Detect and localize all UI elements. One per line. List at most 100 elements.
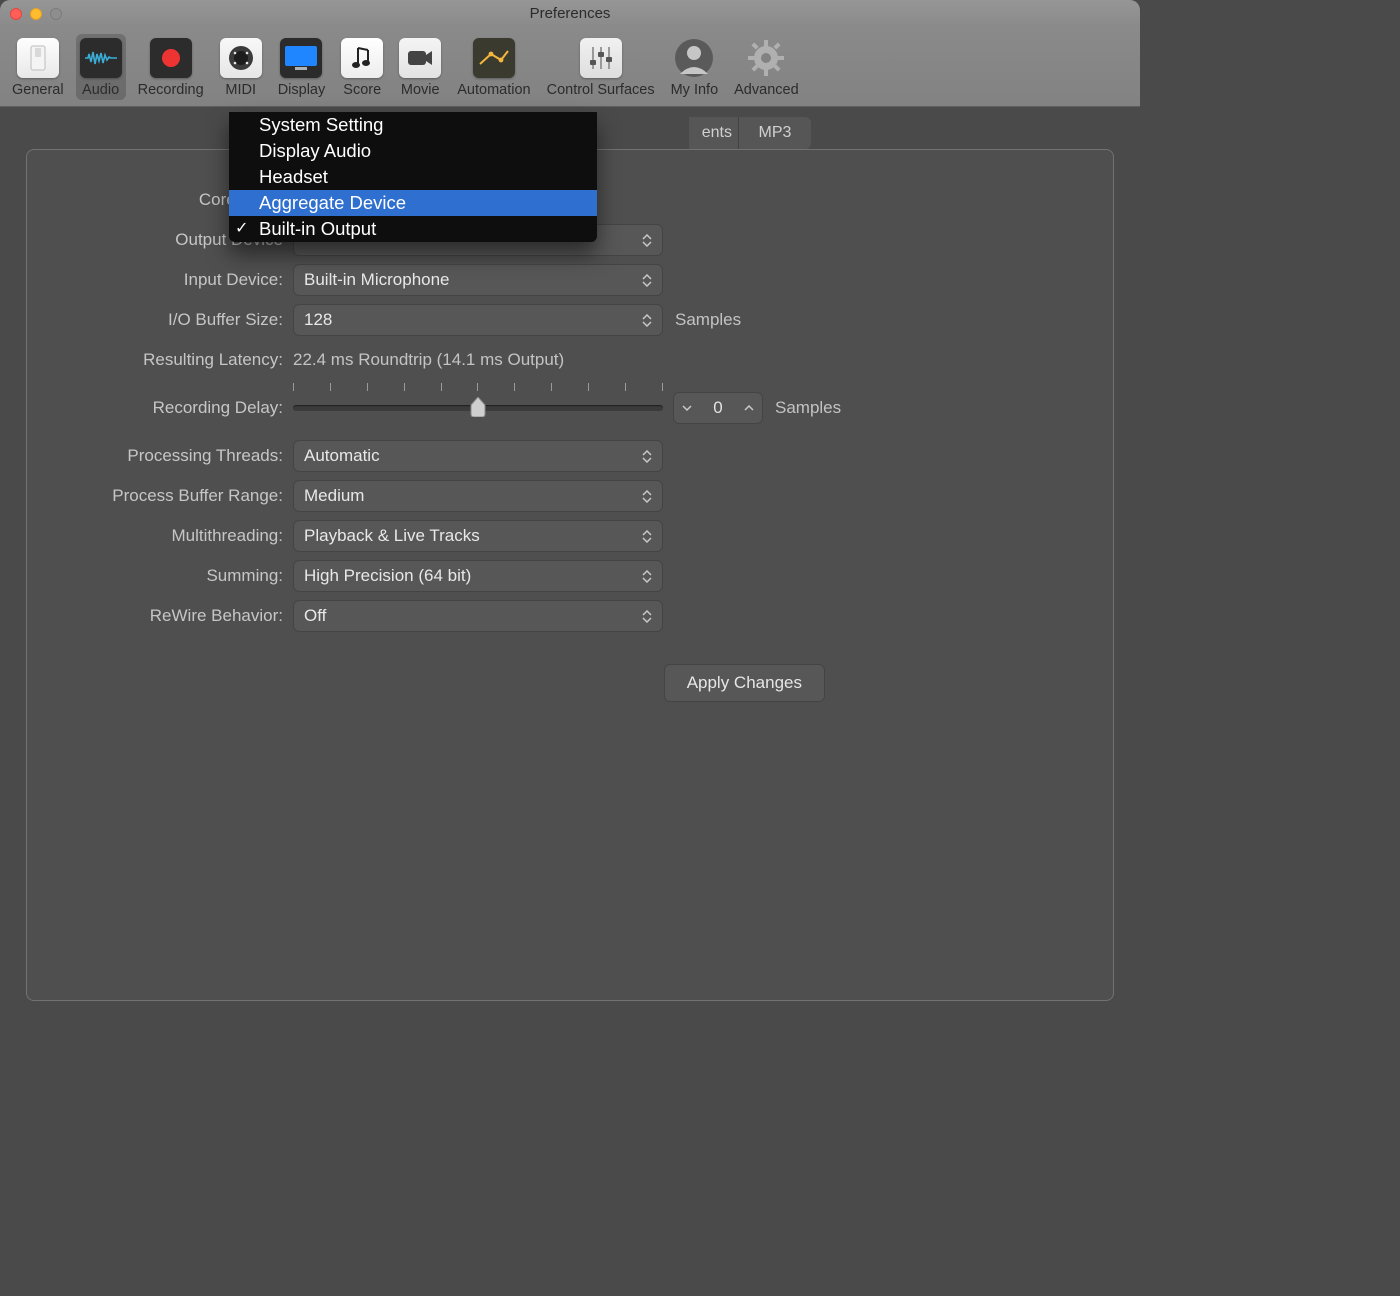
chevron-updown-icon [642, 521, 652, 551]
midi-icon [220, 38, 262, 78]
window-title: Preferences [0, 5, 1140, 22]
rewire-value: Off [304, 606, 326, 626]
slider-thumb[interactable] [470, 397, 486, 417]
checkmark-icon: ✓ [235, 218, 248, 238]
label-rewire: ReWire Behavior: [55, 606, 293, 626]
toolbar-score[interactable]: Score [337, 34, 387, 100]
row-latency: Resulting Latency: 22.4 ms Roundtrip (14… [55, 340, 1085, 380]
label-summing: Summing: [55, 566, 293, 586]
movie-icon [399, 38, 441, 78]
menu-item[interactable]: System Setting [229, 112, 597, 138]
settings-panel: Core Audio Output Device Input Device: B… [26, 149, 1114, 1001]
toolbar-label: MIDI [225, 82, 256, 98]
toolbar-label: Control Surfaces [547, 82, 655, 98]
menu-item-label: Display Audio [259, 140, 371, 161]
input-device-select[interactable]: Built-in Microphone [293, 264, 663, 296]
prefs-toolbar: General Audio Recording MIDI Display Sco… [0, 27, 1140, 107]
label-processing-threads: Processing Threads: [55, 446, 293, 466]
toolbar-label: Display [278, 82, 326, 98]
toolbar-my-info[interactable]: My Info [667, 34, 723, 100]
io-buffer-select[interactable]: 128 [293, 304, 663, 336]
toolbar-label: My Info [671, 82, 719, 98]
toolbar-label: Automation [457, 82, 530, 98]
toolbar-midi[interactable]: MIDI [216, 34, 266, 100]
toolbar-label: Movie [401, 82, 440, 98]
titlebar: Preferences [0, 0, 1140, 27]
toolbar-advanced[interactable]: Advanced [730, 34, 803, 100]
processing-threads-select[interactable]: Automatic [293, 440, 663, 472]
chevron-updown-icon [642, 225, 652, 255]
row-input-device: Input Device: Built-in Microphone [55, 260, 1085, 300]
menu-item[interactable]: Display Audio [229, 138, 597, 164]
io-buffer-value: 128 [304, 310, 332, 330]
output-device-menu: System Setting Display Audio Headset Aggreg… [229, 112, 597, 242]
chevron-updown-icon [642, 481, 652, 511]
row-recording-delay: Recording Delay: 0 Samples [55, 388, 1085, 428]
general-icon [17, 38, 59, 78]
menu-item[interactable]: ✓ Built-in Output [229, 216, 597, 242]
chevron-updown-icon [642, 561, 652, 591]
multithreading-value: Playback & Live Tracks [304, 526, 480, 546]
chevron-up-icon[interactable] [740, 393, 758, 423]
faders-icon [580, 38, 622, 78]
apply-changes-button[interactable]: Apply Changes [664, 664, 825, 702]
io-buffer-unit: Samples [675, 310, 741, 330]
subtab-partial[interactable]: ents [689, 117, 739, 149]
toolbar-recording[interactable]: Recording [134, 34, 208, 100]
menu-item-label: Built-in Output [259, 218, 376, 239]
display-icon [280, 38, 322, 78]
toolbar-label: Score [343, 82, 381, 98]
chevron-updown-icon [642, 601, 652, 631]
toolbar-audio[interactable]: Audio [76, 34, 126, 100]
recording-delay-value: 0 [713, 398, 722, 418]
toolbar-automation[interactable]: Automation [453, 34, 534, 100]
audio-icon [80, 38, 122, 78]
chevron-down-icon[interactable] [678, 393, 696, 423]
label-multithreading: Multithreading: [55, 526, 293, 546]
input-device-value: Built-in Microphone [304, 270, 450, 290]
menu-item-label: Headset [259, 166, 328, 187]
label-latency: Resulting Latency: [55, 350, 293, 370]
row-summing: Summing: High Precision (64 bit) [55, 556, 1085, 596]
summing-select[interactable]: High Precision (64 bit) [293, 560, 663, 592]
automation-icon [473, 38, 515, 78]
toolbar-label: General [12, 82, 64, 98]
row-io-buffer: I/O Buffer Size: 128 Samples [55, 300, 1085, 340]
subtab-mp3[interactable]: MP3 [739, 117, 811, 149]
recording-delay-stepper[interactable]: 0 [673, 392, 763, 424]
menu-item[interactable]: Headset [229, 164, 597, 190]
recording-delay-slider[interactable] [293, 393, 663, 423]
label-io-buffer: I/O Buffer Size: [55, 310, 293, 330]
toolbar-movie[interactable]: Movie [395, 34, 445, 100]
gear-icon [745, 38, 787, 78]
row-processing-threads: Processing Threads: Automatic [55, 436, 1085, 476]
summing-value: High Precision (64 bit) [304, 566, 471, 586]
recording-icon [150, 38, 192, 78]
user-icon [673, 38, 715, 78]
rewire-select[interactable]: Off [293, 600, 663, 632]
toolbar-control-surfaces[interactable]: Control Surfaces [543, 34, 659, 100]
process-buffer-select[interactable]: Medium [293, 480, 663, 512]
content-area: ents MP3 Core Audio Output Device Input … [0, 107, 1140, 1027]
toolbar-label: Audio [82, 82, 119, 98]
chevron-updown-icon [642, 441, 652, 471]
latency-value: 22.4 ms Roundtrip (14.1 ms Output) [293, 350, 564, 370]
multithreading-select[interactable]: Playback & Live Tracks [293, 520, 663, 552]
menu-item-label: System Setting [259, 114, 383, 135]
row-rewire: ReWire Behavior: Off [55, 596, 1085, 636]
label-input-device: Input Device: [55, 270, 293, 290]
chevron-updown-icon [642, 265, 652, 295]
chevron-updown-icon [642, 305, 652, 335]
label-process-buffer: Process Buffer Range: [55, 486, 293, 506]
menu-item[interactable]: Aggregate Device [229, 190, 597, 216]
toolbar-display[interactable]: Display [274, 34, 330, 100]
toolbar-label: Recording [138, 82, 204, 98]
toolbar-general[interactable]: General [8, 34, 68, 100]
score-icon [341, 38, 383, 78]
processing-threads-value: Automatic [304, 446, 380, 466]
label-recording-delay: Recording Delay: [55, 398, 293, 418]
toolbar-label: Advanced [734, 82, 799, 98]
row-multithreading: Multithreading: Playback & Live Tracks [55, 516, 1085, 556]
row-process-buffer: Process Buffer Range: Medium [55, 476, 1085, 516]
recording-delay-unit: Samples [775, 398, 841, 418]
